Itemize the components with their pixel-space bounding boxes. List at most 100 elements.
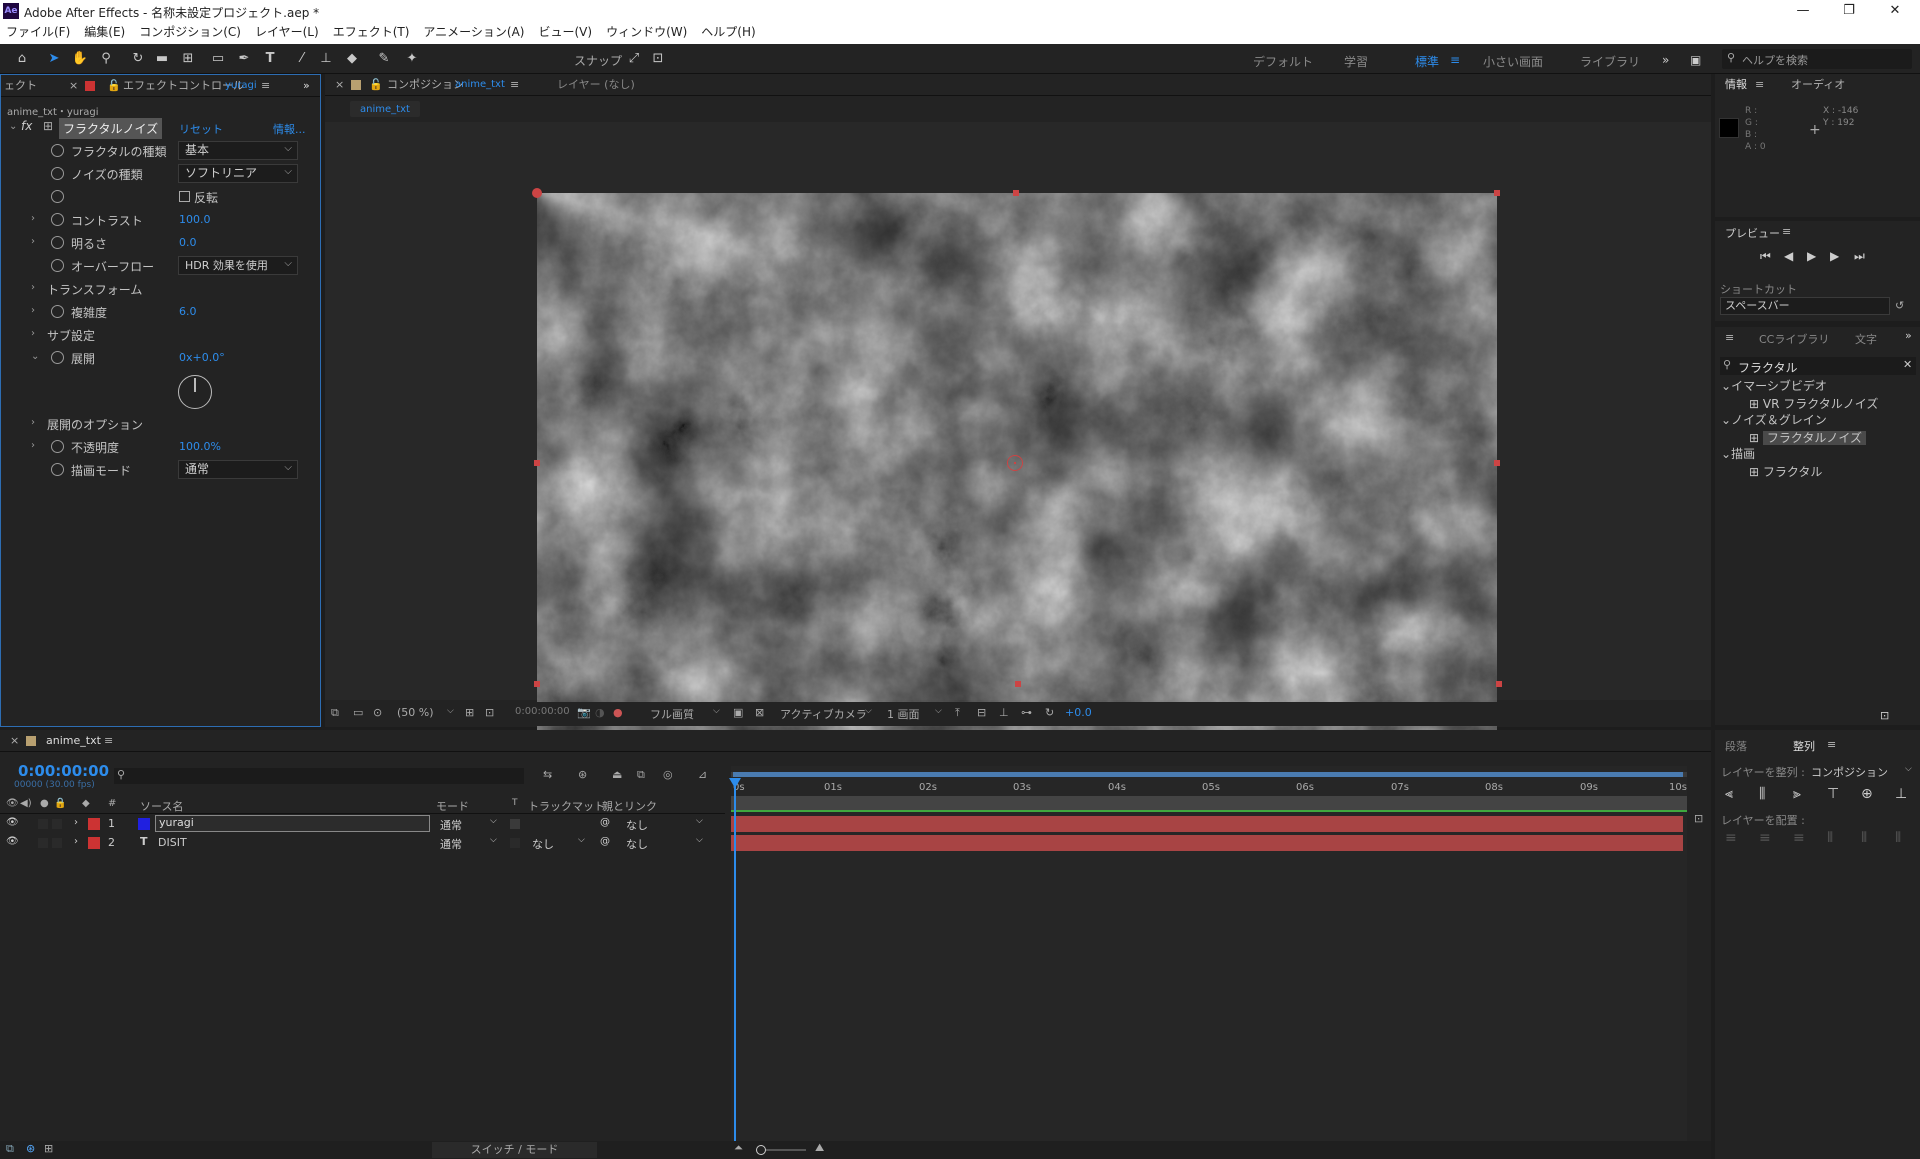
menu-edit[interactable]: 編集(E) xyxy=(84,22,125,44)
handle-left[interactable] xyxy=(534,460,540,466)
roi-icon[interactable]: ▣ xyxy=(733,706,743,719)
puppet-pin-tool-icon[interactable]: ✦ xyxy=(402,50,422,68)
rotate-tool-icon[interactable]: ↻ xyxy=(128,50,148,68)
tab-close-icon[interactable]: × xyxy=(335,74,344,96)
layer-2-duration-bar[interactable] xyxy=(731,835,1683,851)
graph-editor-icon[interactable]: ⊿ xyxy=(698,768,707,781)
resolution-chevron-icon[interactable]: ⌵ xyxy=(713,706,720,716)
workspace-standard[interactable]: 標準 xyxy=(1415,53,1439,70)
panel-menu-icon[interactable]: ≡ xyxy=(261,75,270,97)
effect-name[interactable]: フラクタルノイズ xyxy=(59,118,163,139)
expand-icon[interactable]: › xyxy=(31,213,35,224)
motion-blur-icon[interactable]: ◎ xyxy=(663,768,673,781)
stopwatch-icon[interactable] xyxy=(51,236,64,249)
zoom-out-icon[interactable]: ⏶ xyxy=(734,1141,743,1155)
layer-parent[interactable]: なし xyxy=(626,836,648,852)
views-dropdown[interactable]: 1 画面 xyxy=(887,706,920,722)
tab-layer-none[interactable]: レイヤー (なし) xyxy=(557,74,635,96)
align-bottom-icon[interactable]: ⊥ xyxy=(1895,786,1907,802)
panel-menu-icon[interactable]: ≡ xyxy=(104,730,113,752)
preserve-transparency-toggle[interactable] xyxy=(510,819,520,829)
roto-brush-tool-icon[interactable]: ✎ xyxy=(374,50,394,68)
panel-menu-icon[interactable]: ≡ xyxy=(510,74,519,96)
stopwatch-icon[interactable] xyxy=(51,213,64,226)
snapshot-icon[interactable]: 📷 xyxy=(577,706,591,719)
layer-search-box[interactable]: ⚲ xyxy=(114,768,524,784)
reset-exposure-icon[interactable]: ↻ xyxy=(1045,706,1054,719)
workspace-overflow-icon[interactable]: » xyxy=(1662,53,1669,67)
handle-top[interactable] xyxy=(1013,190,1019,196)
tab-audio[interactable]: オーディオ xyxy=(1791,74,1845,96)
library-item-fractal[interactable]: ⊞ フラクタル xyxy=(1749,463,1822,480)
toggle-view-icon[interactable]: ⤒ xyxy=(955,706,960,720)
tab-info[interactable]: 情報 xyxy=(1725,74,1747,96)
always-preview-icon[interactable]: ⧉ xyxy=(331,706,339,720)
overflow-dropdown[interactable]: HDR 効果を使用 xyxy=(178,255,298,275)
align-top-icon[interactable]: ⊤ xyxy=(1827,786,1839,802)
timeline-track-area[interactable]: 0s 01s 02s 03s 04s 05s 06s 07s 08s 09s 1… xyxy=(729,766,1687,1159)
layer-label-color[interactable] xyxy=(88,837,100,849)
comp-subtab[interactable]: anime_txt xyxy=(350,101,420,117)
comp-viewport[interactable] xyxy=(325,122,1711,733)
timeline-icon[interactable]: ⊥ xyxy=(999,706,1009,719)
new-item-icon[interactable]: ⊡ xyxy=(1880,709,1889,722)
tab-character[interactable]: 文字 xyxy=(1855,331,1877,347)
pickwhip-icon[interactable]: @ xyxy=(600,836,610,847)
handle-bottom-left[interactable] xyxy=(534,681,540,687)
distribute-right-icon[interactable]: ⦀ xyxy=(1895,830,1901,846)
snap-feather-icon[interactable]: ⊡ xyxy=(648,50,668,68)
views-chevron-icon[interactable]: ⌵ xyxy=(935,706,942,716)
expand-icon[interactable]: › xyxy=(74,817,78,828)
camera-chevron-icon[interactable]: ⌵ xyxy=(865,706,872,716)
shortcut-dropdown[interactable]: スペースバー xyxy=(1720,297,1890,315)
workspace-libraries[interactable]: ライブラリ xyxy=(1580,53,1640,70)
tab-effects-partial[interactable]: ェクト xyxy=(4,75,37,97)
effect-reset-link[interactable]: リセット xyxy=(179,121,223,137)
menu-layer[interactable]: レイヤー(L) xyxy=(255,22,319,44)
audio-toggle-icon[interactable]: ◀) xyxy=(20,798,32,809)
evolution-dial[interactable] xyxy=(178,375,212,409)
menu-animation[interactable]: アニメーション(A) xyxy=(423,22,524,44)
menu-effect[interactable]: エフェクト(T) xyxy=(333,22,410,44)
prop-label[interactable]: トランスフォーム xyxy=(47,281,142,298)
solo-icon[interactable]: ● xyxy=(40,798,49,809)
camera-tool-icon[interactable]: ▬ xyxy=(152,50,172,68)
clear-search-icon[interactable]: ✕ xyxy=(1903,358,1912,371)
solo-toggle[interactable] xyxy=(38,838,48,848)
parent-chevron-icon[interactable]: ⌵ xyxy=(696,835,703,845)
timeline-tab[interactable]: anime_txt xyxy=(46,730,101,752)
prop-label[interactable]: サブ設定 xyxy=(47,327,95,344)
lock-toggle[interactable] xyxy=(52,819,62,829)
layer-mode[interactable]: 通常 xyxy=(440,817,462,833)
effect-info-link[interactable]: 情報... xyxy=(273,121,306,137)
panel-menu-icon[interactable]: ≡ xyxy=(1782,225,1791,238)
frame-blend-icon[interactable]: ⧉ xyxy=(637,768,645,782)
transparency-grid-icon[interactable]: ⊠ xyxy=(755,706,764,719)
layer-trackmatte[interactable]: なし xyxy=(532,836,554,852)
tab-cc-libraries[interactable]: CCライブラリ xyxy=(1759,331,1829,347)
layer-mode[interactable]: 通常 xyxy=(440,836,462,852)
visibility-eye-icon[interactable]: 👁 xyxy=(6,817,19,828)
fx-icon[interactable]: fx xyxy=(21,119,32,133)
col-source-name[interactable]: ソース名 xyxy=(140,798,183,814)
type-tool-icon[interactable]: T xyxy=(260,50,280,68)
expand-icon[interactable]: › xyxy=(31,328,35,339)
blend-mode-dropdown[interactable]: 通常 xyxy=(178,459,298,479)
preserve-transparency-toggle[interactable] xyxy=(510,838,520,848)
visibility-eye-icon[interactable]: 👁 xyxy=(6,836,19,847)
eraser-tool-icon[interactable]: ◆ xyxy=(342,50,362,68)
group-immersive-video[interactable]: ⌄イマーシブビデオ xyxy=(1721,377,1827,394)
effect-search-input[interactable]: フラクタル xyxy=(1738,359,1798,376)
fractal-type-dropdown[interactable]: 基本 xyxy=(178,140,298,160)
comp-mini-flowchart-icon[interactable]: ⇆ xyxy=(543,768,552,781)
pixel-aspect-icon[interactable]: ⊟ xyxy=(977,706,986,719)
workspace-menu-icon[interactable]: ≡ xyxy=(1450,53,1460,67)
workspace-learn[interactable]: 学習 xyxy=(1344,53,1368,70)
expand-icon[interactable]: › xyxy=(74,836,78,847)
monitor-icon[interactable]: ▭ xyxy=(353,706,363,719)
clone-stamp-tool-icon[interactable]: ⊥ xyxy=(316,50,336,68)
tab-paragraph[interactable]: 段落 xyxy=(1725,738,1747,754)
layer-label-color[interactable] xyxy=(88,818,100,830)
lock-column-icon[interactable]: 🔒 xyxy=(54,798,66,809)
collapse-icon[interactable]: ⌄ xyxy=(9,121,17,132)
